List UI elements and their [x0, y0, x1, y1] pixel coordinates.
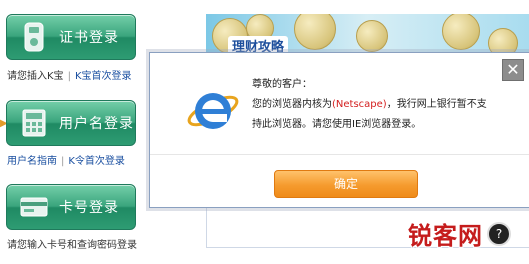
- username-login-button[interactable]: 用户名登录: [6, 100, 136, 146]
- cert-login-label: 证书登录: [59, 30, 119, 46]
- username-login-links: 用户名指南 | K令首次登录: [7, 156, 125, 167]
- cert-login-hint: 请您插入K宝 | K宝首次登录: [7, 71, 132, 82]
- bank-card-icon: [19, 192, 49, 222]
- cert-login-button[interactable]: 证书登录: [6, 14, 136, 60]
- kbao-first-login-link[interactable]: K宝首次登录: [75, 71, 132, 82]
- dialog-divider: [150, 154, 529, 155]
- message-line-2: 持此浏览器。请您使用IE浏览器登录。: [252, 119, 422, 130]
- card-login-label: 卡号登录: [59, 200, 119, 216]
- login-options-column: 证书登录 请您插入K宝 | K宝首次登录 ▶ 用户名登录 用户名指南 | K令首次登录 …: [0, 0, 150, 264]
- confirm-button[interactable]: 确定: [274, 170, 418, 198]
- ie-browser-icon: [186, 83, 240, 137]
- username-login-label: 用户名登录: [59, 116, 134, 132]
- greeting-text: 尊敬的客户：: [252, 79, 312, 90]
- calculator-icon: [19, 108, 49, 138]
- watermark: 锐客网 ?: [408, 216, 511, 251]
- message-line-1: 您的浏览器内核为(Netscape)，我行网上银行暂不支: [252, 99, 487, 110]
- usb-key-icon: [19, 22, 49, 52]
- card-login-hint: 请您输入卡号和查询密码登录: [7, 240, 137, 251]
- cert-hint-text: 请您插入K宝: [7, 71, 64, 82]
- dialog-message: 尊敬的客户： 您的浏览器内核为(Netscape)，我行网上银行暂不支 持此浏览…: [252, 75, 522, 135]
- card-login-button[interactable]: 卡号登录: [6, 184, 136, 230]
- question-badge-icon: ?: [487, 221, 511, 246]
- username-guide-link[interactable]: 用户名指南: [7, 156, 57, 167]
- kling-first-login-link[interactable]: K令首次登录: [68, 156, 125, 167]
- engine-name: (Netscape): [332, 99, 387, 110]
- browser-warning-dialog: ✕ 尊敬的客户： 您的浏览器内核为(Netscape)，我行网上银行暂不支 持此…: [149, 52, 529, 208]
- watermark-text: 锐客网: [408, 222, 483, 250]
